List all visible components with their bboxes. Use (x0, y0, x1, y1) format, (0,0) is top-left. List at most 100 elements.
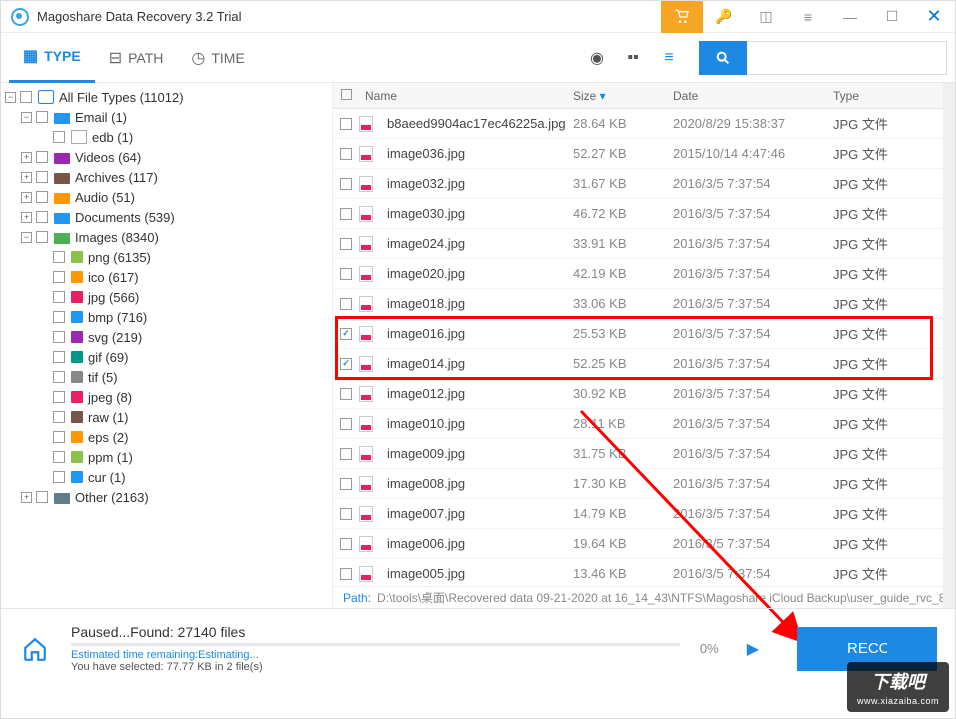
grid-view-button[interactable]: ▪▪ (617, 42, 649, 74)
tree-images[interactable]: −Images (8340) (1, 227, 332, 247)
column-checkbox[interactable] (333, 89, 359, 103)
row-checkbox[interactable] (340, 418, 352, 430)
key-button[interactable]: 🔑 (703, 1, 745, 33)
expand-icon[interactable]: + (21, 492, 32, 503)
file-row[interactable]: image024.jpg33.91 KB2016/3/5 7:37:54JPG … (333, 229, 943, 259)
preview-button[interactable]: ◉ (581, 42, 613, 74)
file-row[interactable]: b8aeed9904ac17ec46225a.jpg28.64 KB2020/8… (333, 109, 943, 139)
file-row[interactable]: image009.jpg31.75 KB2016/3/5 7:37:54JPG … (333, 439, 943, 469)
search-input[interactable] (747, 41, 947, 75)
tree-other[interactable]: +Other (2163) (1, 487, 332, 507)
file-size: 28.11 KB (573, 416, 673, 431)
search-button[interactable] (699, 41, 747, 75)
watermark: 下载吧 www.xiazaiba.com (847, 662, 949, 712)
column-type[interactable]: Type (833, 89, 943, 103)
collapse-icon[interactable]: − (21, 112, 32, 123)
column-date[interactable]: Date (673, 89, 833, 103)
file-size: 46.72 KB (573, 206, 673, 221)
tree-raw[interactable]: raw (1) (1, 407, 332, 427)
file-type: JPG 文件 (833, 354, 943, 373)
file-row[interactable]: image008.jpg17.30 KB2016/3/5 7:37:54JPG … (333, 469, 943, 499)
file-size: 28.64 KB (573, 116, 673, 131)
expand-icon[interactable]: + (21, 152, 32, 163)
bookmark-button[interactable]: ◫ (745, 1, 787, 33)
expand-icon[interactable]: + (21, 192, 32, 203)
file-row[interactable]: image016.jpg25.53 KB2016/3/5 7:37:54JPG … (333, 319, 943, 349)
file-row[interactable]: image020.jpg42.19 KB2016/3/5 7:37:54JPG … (333, 259, 943, 289)
row-checkbox[interactable] (340, 298, 352, 310)
tree-bmp[interactable]: bmp (716) (1, 307, 332, 327)
collapse-icon[interactable]: − (5, 92, 16, 103)
tree-videos[interactable]: +Videos (64) (1, 147, 332, 167)
resume-button[interactable]: ▶ (747, 639, 759, 659)
row-checkbox[interactable] (340, 238, 352, 250)
tree-audio[interactable]: +Audio (51) (1, 187, 332, 207)
file-row[interactable]: image014.jpg52.25 KB2016/3/5 7:37:54JPG … (333, 349, 943, 379)
tree-edb[interactable]: edb (1) (1, 127, 332, 147)
tab-path[interactable]: ⊟PATH (95, 33, 178, 83)
file-row[interactable]: image030.jpg46.72 KB2016/3/5 7:37:54JPG … (333, 199, 943, 229)
row-checkbox[interactable] (340, 358, 352, 370)
row-checkbox[interactable] (340, 328, 352, 340)
row-checkbox[interactable] (340, 568, 352, 580)
column-name[interactable]: Name (359, 89, 573, 103)
tree-documents[interactable]: +Documents (539) (1, 207, 332, 227)
tree-gif[interactable]: gif (69) (1, 347, 332, 367)
collapse-icon[interactable]: − (21, 232, 32, 243)
file-row[interactable]: image006.jpg19.64 KB2016/3/5 7:37:54JPG … (333, 529, 943, 559)
row-checkbox[interactable] (340, 448, 352, 460)
file-date: 2016/3/5 7:37:54 (673, 506, 833, 521)
expand-icon[interactable]: + (21, 172, 32, 183)
file-list: Name Size Date Type b8aeed9904ac17ec4622… (333, 83, 943, 608)
tab-type[interactable]: ▦TYPE (9, 33, 95, 83)
tree-jpg[interactable]: jpg (566) (1, 287, 332, 307)
row-checkbox[interactable] (340, 538, 352, 550)
tab-time[interactable]: ◷TIME (177, 33, 258, 83)
row-checkbox[interactable] (340, 268, 352, 280)
file-name: image006.jpg (381, 536, 573, 551)
tree-png[interactable]: png (6135) (1, 247, 332, 267)
tree-ppm[interactable]: ppm (1) (1, 447, 332, 467)
close-button[interactable]: ✕ (913, 1, 955, 33)
progress-bar (71, 643, 680, 646)
tree-jpeg[interactable]: jpeg (8) (1, 387, 332, 407)
folder-icon (54, 153, 70, 164)
tree-eps[interactable]: eps (2) (1, 427, 332, 447)
file-date: 2016/3/5 7:37:54 (673, 206, 833, 221)
file-row[interactable]: image007.jpg14.79 KB2016/3/5 7:37:54JPG … (333, 499, 943, 529)
tree-email[interactable]: −Email (1) (1, 107, 332, 127)
column-size[interactable]: Size (573, 89, 673, 103)
tree-svg[interactable]: svg (219) (1, 327, 332, 347)
row-checkbox[interactable] (340, 508, 352, 520)
row-checkbox[interactable] (340, 118, 352, 130)
file-type-tree[interactable]: −All File Types (11012) −Email (1) edb (… (1, 83, 333, 608)
file-row[interactable]: image005.jpg13.46 KB2016/3/5 7:37:54JPG … (333, 559, 943, 586)
maximize-button[interactable]: ☐ (871, 1, 913, 33)
row-checkbox[interactable] (340, 148, 352, 160)
jpg-file-icon (359, 326, 373, 342)
tree-archives[interactable]: +Archives (117) (1, 167, 332, 187)
file-row[interactable]: image018.jpg33.06 KB2016/3/5 7:37:54JPG … (333, 289, 943, 319)
file-row[interactable]: image032.jpg31.67 KB2016/3/5 7:37:54JPG … (333, 169, 943, 199)
minimize-button[interactable]: — (829, 1, 871, 33)
tree-tif[interactable]: tif (5) (1, 367, 332, 387)
row-checkbox[interactable] (340, 178, 352, 190)
file-row[interactable]: image036.jpg52.27 KB2015/10/14 4:47:46JP… (333, 139, 943, 169)
cart-button[interactable] (661, 1, 703, 33)
home-button[interactable] (19, 633, 51, 665)
menu-button[interactable]: ≡ (787, 1, 829, 33)
vertical-scrollbar[interactable] (943, 83, 955, 608)
row-checkbox[interactable] (340, 388, 352, 400)
file-date: 2016/3/5 7:37:54 (673, 176, 833, 191)
list-view-button[interactable]: ≡ (653, 42, 685, 74)
tree-ico[interactable]: ico (617) (1, 267, 332, 287)
file-row[interactable]: image012.jpg30.92 KB2016/3/5 7:37:54JPG … (333, 379, 943, 409)
row-checkbox[interactable] (340, 208, 352, 220)
file-row[interactable]: image010.jpg28.11 KB2016/3/5 7:37:54JPG … (333, 409, 943, 439)
row-checkbox[interactable] (340, 478, 352, 490)
file-type: JPG 文件 (833, 204, 943, 223)
tree-cur[interactable]: cur (1) (1, 467, 332, 487)
expand-icon[interactable]: + (21, 212, 32, 223)
tree-root[interactable]: −All File Types (11012) (1, 87, 332, 107)
file-type: JPG 文件 (833, 564, 943, 583)
